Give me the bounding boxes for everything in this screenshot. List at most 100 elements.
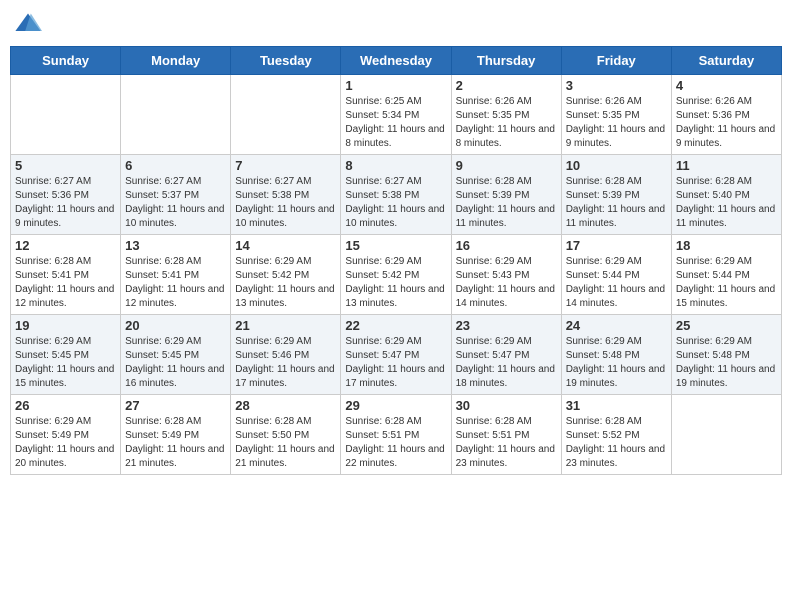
calendar-cell: 10 Sunrise: 6:28 AMSunset: 5:39 PMDayligh… [561, 155, 671, 235]
calendar-cell: 24 Sunrise: 6:29 AMSunset: 5:48 PMDayligh… [561, 315, 671, 395]
day-info: Sunrise: 6:29 AMSunset: 5:43 PMDaylight:… [456, 255, 557, 311]
day-number: 20 [125, 318, 226, 333]
day-info: Sunrise: 6:28 AMSunset: 5:41 PMDaylight:… [125, 255, 226, 311]
calendar-week-row: 1Sunrise: 6:25 AMSunset: 5:34 PMDaylight… [11, 75, 782, 155]
day-info: Sunrise: 6:29 AMSunset: 5:48 PMDaylight:… [566, 335, 667, 391]
day-info: Sunrise: 6:29 AMSunset: 5:49 PMDaylight:… [15, 415, 116, 471]
calendar-cell: 5 Sunrise: 6:27 AMSunset: 5:36 PMDaylight… [11, 155, 121, 235]
day-info: Sunrise: 6:29 AMSunset: 5:47 PMDaylight:… [345, 335, 446, 391]
day-info: Sunrise: 6:27 AMSunset: 5:37 PMDaylight:… [125, 175, 226, 231]
day-info: Sunrise: 6:29 AMSunset: 5:48 PMDaylight:… [676, 335, 777, 391]
page-header [10, 10, 782, 38]
day-number: 28 [235, 398, 336, 413]
calendar-cell: 18 Sunrise: 6:29 AMSunset: 5:44 PMDayligh… [671, 235, 781, 315]
calendar-cell: 9 Sunrise: 6:28 AMSunset: 5:39 PMDaylight… [451, 155, 561, 235]
calendar-cell: 7 Sunrise: 6:27 AMSunset: 5:38 PMDaylight… [231, 155, 341, 235]
calendar-cell: 2 Sunrise: 6:26 AMSunset: 5:35 PMDaylight… [451, 75, 561, 155]
calendar-cell: 30 Sunrise: 6:28 AMSunset: 5:51 PMDayligh… [451, 395, 561, 475]
day-info: Sunrise: 6:29 AMSunset: 5:47 PMDaylight:… [456, 335, 557, 391]
weekday-header-thursday: Thursday [451, 47, 561, 75]
day-info: Sunrise: 6:25 AMSunset: 5:34 PMDaylight:… [345, 95, 446, 151]
day-number: 30 [456, 398, 557, 413]
day-info: Sunrise: 6:29 AMSunset: 5:44 PMDaylight:… [676, 255, 777, 311]
calendar-table: SundayMondayTuesdayWednesdayThursdayFrid… [10, 46, 782, 475]
day-info: Sunrise: 6:29 AMSunset: 5:46 PMDaylight:… [235, 335, 336, 391]
calendar-cell: 25Sunrise: 6:29 AMSunset: 5:48 PMDayligh… [671, 315, 781, 395]
logo [14, 10, 46, 38]
day-info: Sunrise: 6:28 AMSunset: 5:39 PMDaylight:… [566, 175, 667, 231]
day-info: Sunrise: 6:27 AMSunset: 5:38 PMDaylight:… [235, 175, 336, 231]
day-number: 29 [345, 398, 446, 413]
weekday-header-row: SundayMondayTuesdayWednesdayThursdayFrid… [11, 47, 782, 75]
day-number: 24 [566, 318, 667, 333]
day-number: 12 [15, 238, 116, 253]
day-info: Sunrise: 6:26 AMSunset: 5:35 PMDaylight:… [566, 95, 667, 151]
day-number: 13 [125, 238, 226, 253]
calendar-cell: 29 Sunrise: 6:28 AMSunset: 5:51 PMDayligh… [341, 395, 451, 475]
calendar-header: SundayMondayTuesdayWednesdayThursdayFrid… [11, 47, 782, 75]
day-info: Sunrise: 6:28 AMSunset: 5:39 PMDaylight:… [456, 175, 557, 231]
day-number: 22 [345, 318, 446, 333]
weekday-header-sunday: Sunday [11, 47, 121, 75]
day-number: 9 [456, 158, 557, 173]
calendar-cell: 1Sunrise: 6:25 AMSunset: 5:34 PMDaylight… [341, 75, 451, 155]
calendar-cell: 19 Sunrise: 6:29 AMSunset: 5:45 PMDayligh… [11, 315, 121, 395]
calendar-cell: 31 Sunrise: 6:28 AMSunset: 5:52 PMDayligh… [561, 395, 671, 475]
calendar-cell: 16 Sunrise: 6:29 AMSunset: 5:43 PMDayligh… [451, 235, 561, 315]
day-info: Sunrise: 6:28 AMSunset: 5:51 PMDaylight:… [345, 415, 446, 471]
day-info: Sunrise: 6:27 AMSunset: 5:38 PMDaylight:… [345, 175, 446, 231]
calendar-cell: 14 Sunrise: 6:29 AMSunset: 5:42 PMDayligh… [231, 235, 341, 315]
calendar-cell [671, 395, 781, 475]
calendar-cell: 8 Sunrise: 6:27 AMSunset: 5:38 PMDaylight… [341, 155, 451, 235]
weekday-header-saturday: Saturday [671, 47, 781, 75]
day-number: 17 [566, 238, 667, 253]
calendar-cell: 17Sunrise: 6:29 AMSunset: 5:44 PMDayligh… [561, 235, 671, 315]
calendar-cell [231, 75, 341, 155]
calendar-week-row: 19 Sunrise: 6:29 AMSunset: 5:45 PMDayligh… [11, 315, 782, 395]
weekday-header-tuesday: Tuesday [231, 47, 341, 75]
weekday-header-monday: Monday [121, 47, 231, 75]
day-info: Sunrise: 6:26 AMSunset: 5:35 PMDaylight:… [456, 95, 557, 151]
day-info: Sunrise: 6:26 AMSunset: 5:36 PMDaylight:… [676, 95, 777, 151]
day-number: 4 [676, 78, 777, 93]
day-number: 16 [456, 238, 557, 253]
day-number: 8 [345, 158, 446, 173]
day-number: 6 [125, 158, 226, 173]
day-info: Sunrise: 6:28 AMSunset: 5:40 PMDaylight:… [676, 175, 777, 231]
calendar-cell: 12Sunrise: 6:28 AMSunset: 5:41 PMDayligh… [11, 235, 121, 315]
day-info: Sunrise: 6:28 AMSunset: 5:52 PMDaylight:… [566, 415, 667, 471]
day-info: Sunrise: 6:28 AMSunset: 5:51 PMDaylight:… [456, 415, 557, 471]
calendar-cell: 26Sunrise: 6:29 AMSunset: 5:49 PMDayligh… [11, 395, 121, 475]
day-number: 14 [235, 238, 336, 253]
calendar-cell [11, 75, 121, 155]
calendar-cell: 27Sunrise: 6:28 AMSunset: 5:49 PMDayligh… [121, 395, 231, 475]
weekday-header-friday: Friday [561, 47, 671, 75]
day-number: 11 [676, 158, 777, 173]
day-info: Sunrise: 6:28 AMSunset: 5:50 PMDaylight:… [235, 415, 336, 471]
calendar-cell: 15Sunrise: 6:29 AMSunset: 5:42 PMDayligh… [341, 235, 451, 315]
calendar-body: 1Sunrise: 6:25 AMSunset: 5:34 PMDaylight… [11, 75, 782, 475]
day-number: 21 [235, 318, 336, 333]
day-number: 2 [456, 78, 557, 93]
day-number: 19 [15, 318, 116, 333]
day-info: Sunrise: 6:29 AMSunset: 5:45 PMDaylight:… [125, 335, 226, 391]
day-number: 7 [235, 158, 336, 173]
day-number: 5 [15, 158, 116, 173]
day-number: 31 [566, 398, 667, 413]
day-number: 10 [566, 158, 667, 173]
day-number: 18 [676, 238, 777, 253]
calendar-cell: 6 Sunrise: 6:27 AMSunset: 5:37 PMDaylight… [121, 155, 231, 235]
calendar-cell: 11 Sunrise: 6:28 AMSunset: 5:40 PMDayligh… [671, 155, 781, 235]
day-info: Sunrise: 6:29 AMSunset: 5:42 PMDaylight:… [235, 255, 336, 311]
day-info: Sunrise: 6:29 AMSunset: 5:45 PMDaylight:… [15, 335, 116, 391]
calendar-cell: 4 Sunrise: 6:26 AMSunset: 5:36 PMDaylight… [671, 75, 781, 155]
day-info: Sunrise: 6:28 AMSunset: 5:49 PMDaylight:… [125, 415, 226, 471]
calendar-week-row: 26Sunrise: 6:29 AMSunset: 5:49 PMDayligh… [11, 395, 782, 475]
calendar-cell: 20 Sunrise: 6:29 AMSunset: 5:45 PMDayligh… [121, 315, 231, 395]
calendar-cell: 23Sunrise: 6:29 AMSunset: 5:47 PMDayligh… [451, 315, 561, 395]
day-number: 3 [566, 78, 667, 93]
calendar-cell [121, 75, 231, 155]
calendar-cell: 22 Sunrise: 6:29 AMSunset: 5:47 PMDayligh… [341, 315, 451, 395]
day-number: 15 [345, 238, 446, 253]
day-info: Sunrise: 6:27 AMSunset: 5:36 PMDaylight:… [15, 175, 116, 231]
